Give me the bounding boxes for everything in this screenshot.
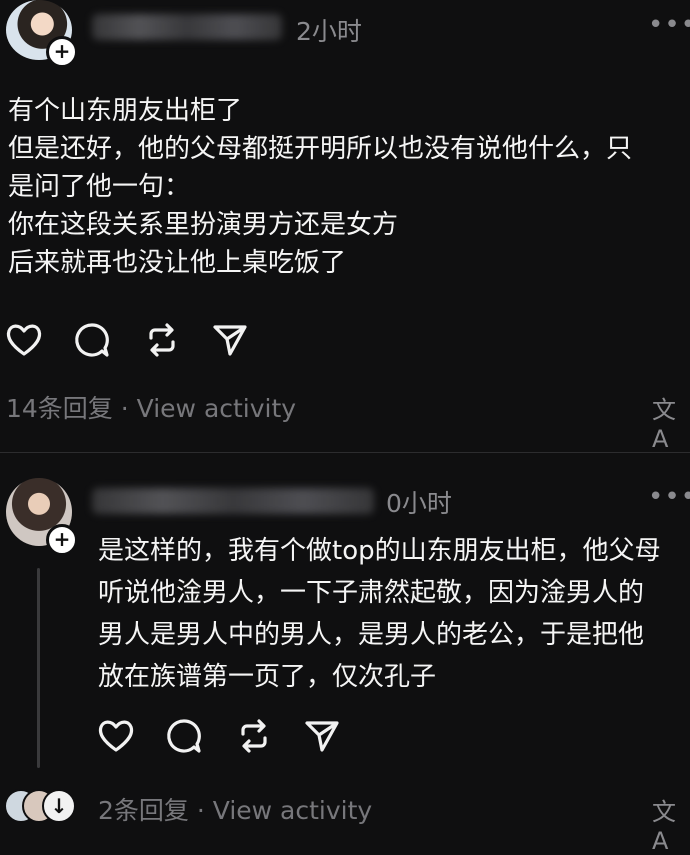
- post-line: 你在这段关系里扮演男方还是女方: [8, 210, 399, 240]
- repost-icon[interactable]: [234, 716, 274, 756]
- post-time: 0小时: [386, 489, 452, 518]
- more-options-icon[interactable]: •••: [648, 482, 690, 512]
- view-activity-link[interactable]: View activity: [213, 796, 372, 825]
- username-blurred[interactable]: [92, 488, 374, 514]
- thread-line: [37, 568, 40, 768]
- comment-icon[interactable]: [164, 716, 204, 756]
- post-line: 听说他淦男人，一下子肃然起敬，因为淦男人的: [98, 578, 645, 608]
- post-line: 后来就再也没让他上桌吃饭了: [8, 248, 347, 278]
- reply-meta[interactable]: 2条回复 · View activity: [98, 791, 372, 827]
- post-line: 有个山东朋友出柜了: [8, 96, 243, 126]
- like-heart-icon[interactable]: [4, 320, 44, 360]
- post-line: 是问了他一句：: [8, 172, 191, 202]
- post-line: 但是还好，他的父母都挺开明所以也没有说他什么，只: [8, 134, 633, 164]
- post-line: 放在族谱第一页了，仅次孔子: [98, 662, 437, 692]
- translate-icon[interactable]: 文A: [652, 792, 690, 855]
- comment-icon[interactable]: [72, 320, 112, 360]
- follow-plus-icon[interactable]: +: [46, 524, 78, 556]
- follow-plus-icon[interactable]: +: [46, 36, 78, 68]
- post-line: 男人是男人中的男人，是男人的老公，于是把他: [98, 620, 645, 650]
- translate-icon[interactable]: 文A: [652, 390, 690, 453]
- reply-count[interactable]: 2条回复: [98, 796, 189, 825]
- more-options-icon[interactable]: •••: [648, 10, 690, 40]
- separator: ·: [120, 394, 129, 423]
- separator: ·: [196, 796, 205, 825]
- reply-avatar: ↓: [42, 789, 76, 823]
- post-time: 2小时: [296, 17, 362, 46]
- share-send-icon[interactable]: [302, 716, 342, 756]
- share-send-icon[interactable]: [210, 320, 250, 360]
- repost-icon[interactable]: [142, 320, 182, 360]
- reply-count[interactable]: 14条回复: [6, 394, 113, 423]
- view-activity-link[interactable]: View activity: [137, 394, 296, 423]
- post-line: 是这样的，我有个做top的山东朋友出柜，他父母: [98, 536, 661, 566]
- post-divider: [0, 452, 690, 453]
- reply-meta[interactable]: 14条回复 · View activity: [6, 389, 296, 425]
- post-body: 是这样的，我有个做top的山东朋友出柜，他父母 听说他淦男人，一下子肃然起敬，因…: [98, 530, 661, 698]
- like-heart-icon[interactable]: [96, 716, 136, 756]
- username-blurred[interactable]: [92, 14, 282, 40]
- post-body: 有个山东朋友出柜了 但是还好，他的父母都挺开明所以也没有说他什么，只 是问了他一…: [8, 92, 632, 282]
